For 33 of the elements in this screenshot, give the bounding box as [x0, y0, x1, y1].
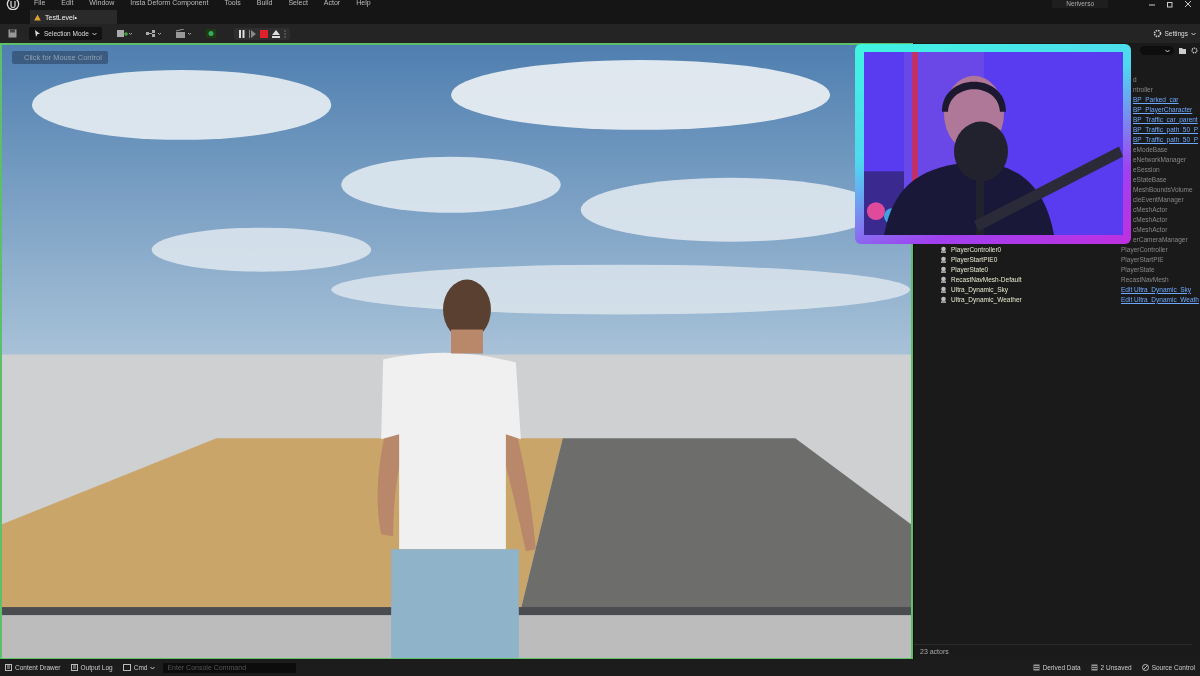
caret-icon[interactable] — [1165, 48, 1170, 53]
caret-icon[interactable] — [1191, 31, 1196, 36]
database-icon — [1032, 664, 1040, 671]
folder-icon[interactable] — [1179, 47, 1186, 54]
caret-icon[interactable] — [91, 31, 97, 36]
blueprint-icon[interactable] — [145, 29, 162, 38]
drawer-icon — [5, 664, 12, 671]
cinematics-icon[interactable] — [175, 29, 192, 38]
close-icon[interactable] — [1184, 0, 1192, 8]
stop-icon[interactable] — [259, 29, 268, 38]
pause-icon[interactable] — [237, 29, 245, 38]
actor-icon — [940, 285, 947, 293]
step-icon[interactable] — [248, 29, 256, 38]
platforms-icon[interactable] — [205, 29, 216, 38]
no-entry-icon — [1141, 664, 1149, 671]
log-icon — [70, 664, 78, 671]
cursor-icon — [34, 30, 41, 37]
actor-icon — [940, 275, 947, 283]
database-icon — [1090, 664, 1098, 671]
settings-icon[interactable] — [1191, 47, 1198, 54]
actor-icon — [940, 255, 947, 263]
eject-icon[interactable] — [271, 29, 280, 38]
settings-icon — [1152, 29, 1162, 38]
warning-icon — [34, 13, 41, 21]
restore-icon[interactable] — [1166, 0, 1174, 8]
actor-icon — [940, 265, 947, 273]
save-icon[interactable] — [8, 29, 17, 38]
add-actor-icon[interactable] — [115, 29, 132, 38]
caret-icon[interactable] — [150, 665, 156, 670]
terminal-icon — [122, 664, 131, 671]
actor-icon — [940, 295, 947, 303]
filter-dropdown[interactable] — [1140, 46, 1174, 55]
actor-icon — [940, 245, 947, 253]
